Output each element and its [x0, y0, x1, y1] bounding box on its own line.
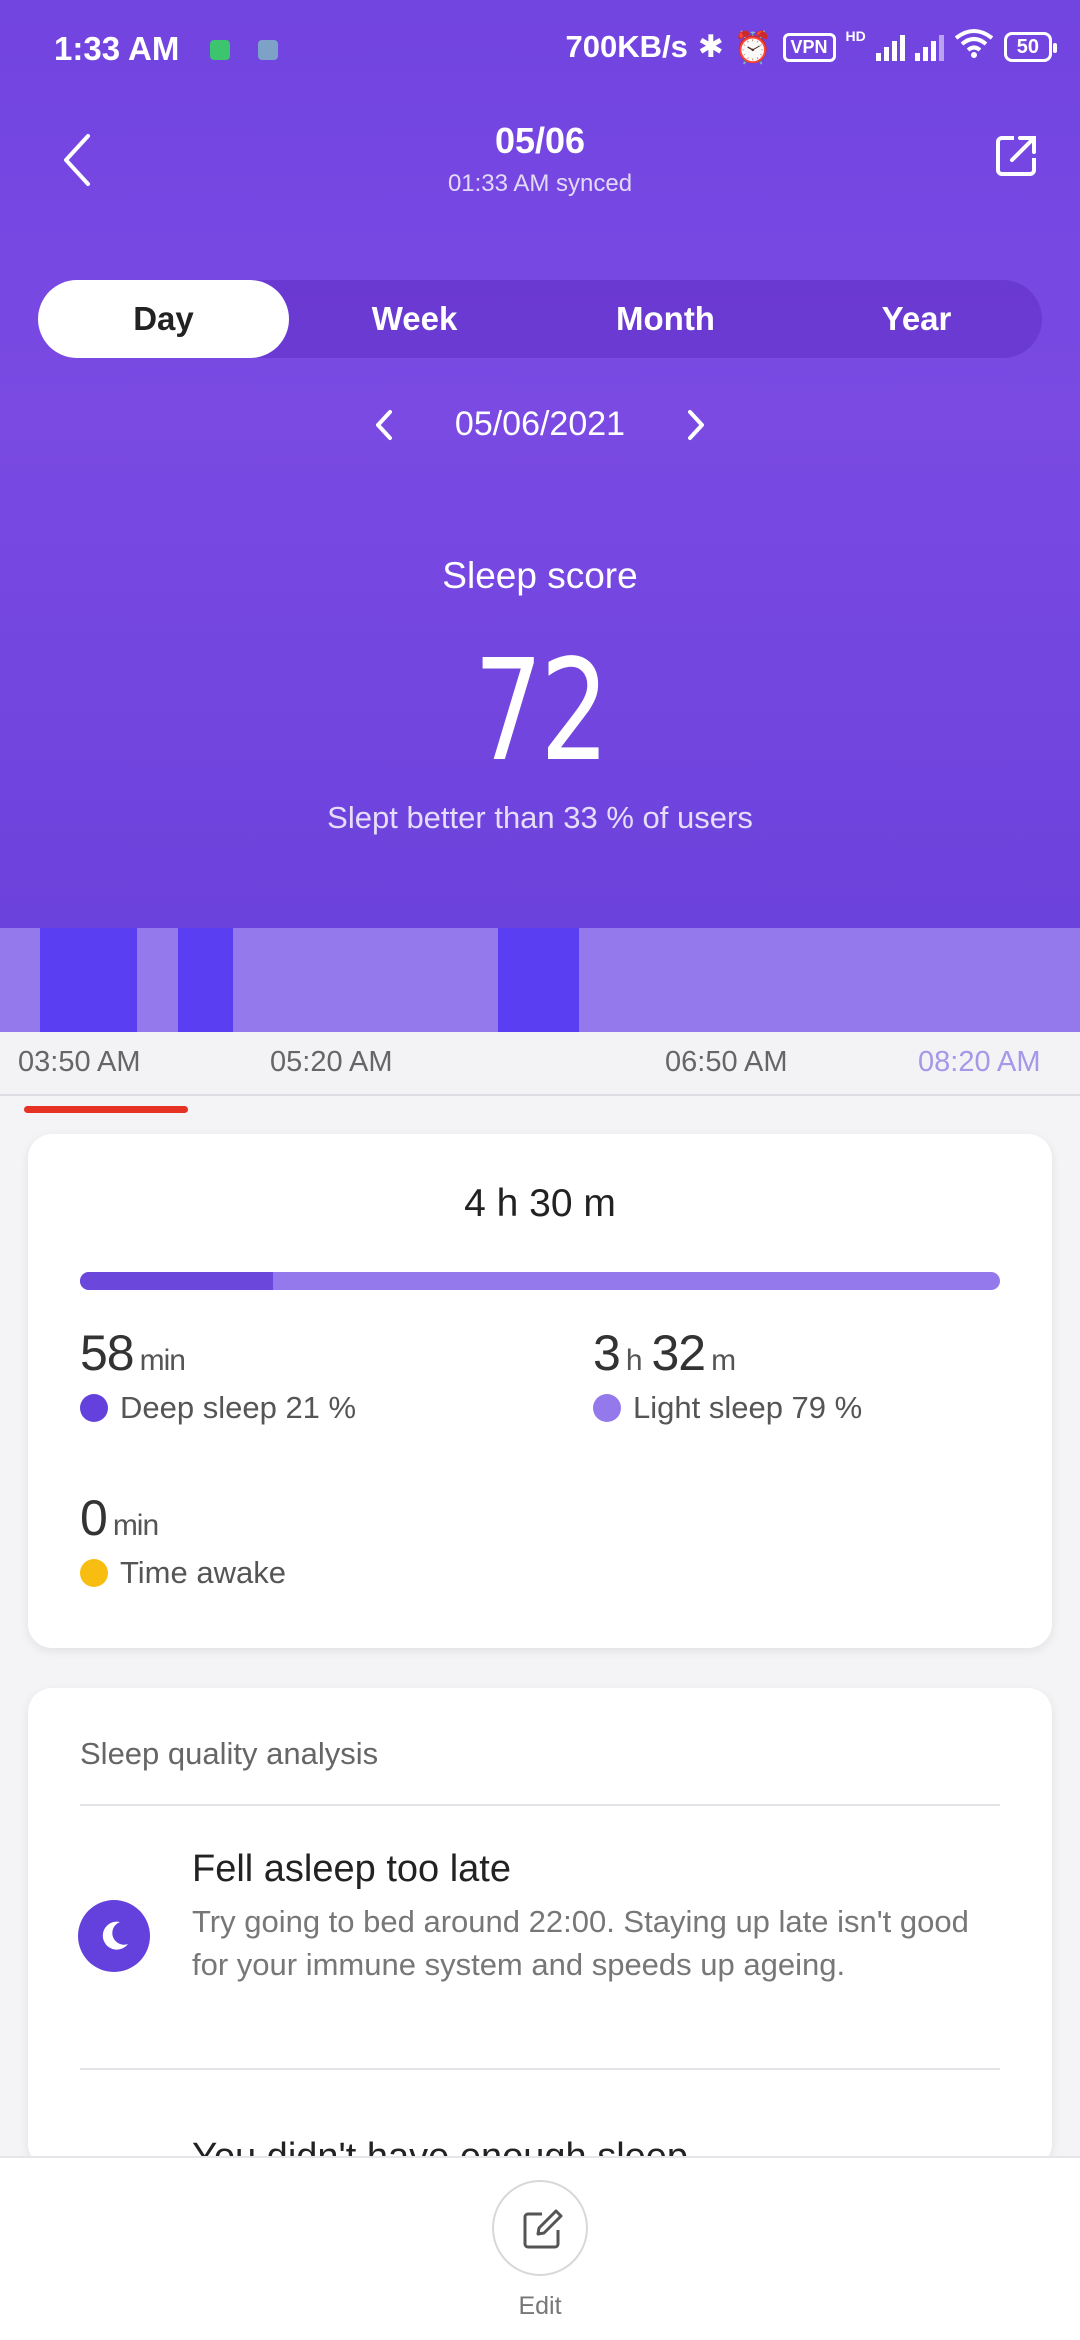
light-sleep-hours: 3	[593, 1325, 621, 1381]
date-navigator: 05/06/2021	[0, 405, 1080, 444]
vpn-icon: VPN	[782, 32, 836, 62]
signal-icon-2	[914, 33, 944, 61]
status-time: 1:33 AM	[54, 30, 180, 67]
sync-status: 01:33 AM synced	[447, 170, 633, 197]
edit-label: Edit	[518, 2292, 562, 2320]
sleep-score-comparison: Slept better than 33 % of users	[327, 800, 753, 835]
awake-value: 0	[80, 1490, 108, 1546]
sleep-hero: 1:33 AM 700KB/s ✱ ⏰ VPN HD 50 05/06 01:3…	[0, 0, 1080, 928]
analysis-item-description: Try going to bed around 22:00. Staying u…	[192, 1904, 969, 1982]
axis-label-3: 06:50 AM	[665, 1046, 788, 1078]
deep-sleep-label: Deep sleep 21 %	[120, 1390, 357, 1425]
deep-sleep-stat: 58 min Deep sleep 21 %	[80, 1324, 356, 1426]
next-date-icon[interactable]	[685, 408, 707, 442]
awake-dot	[80, 1559, 108, 1587]
deep-sleep-value: 58	[80, 1325, 135, 1381]
wifi-icon	[954, 28, 994, 66]
awake-unit: min	[112, 1509, 159, 1542]
share-icon[interactable]	[994, 132, 1040, 178]
light-sleep-m-unit: m	[711, 1344, 736, 1377]
sleep-composition-bar	[80, 1272, 1000, 1290]
current-date: 05/06/2021	[454, 405, 626, 443]
tab-day[interactable]: Day	[38, 280, 289, 358]
bottom-bar: Edit	[0, 2156, 1080, 2340]
edit-button[interactable]	[492, 2180, 588, 2276]
battery-icon: 50	[1003, 32, 1058, 62]
light-sleep-dot	[593, 1394, 621, 1422]
timeline-axis: 03:50 AM 05:20 AM 06:50 AM 08:20 AM	[0, 1032, 1080, 1096]
awake-label: Time awake	[120, 1555, 286, 1590]
sleep-analysis-card: Sleep quality analysis Fell asleep too l…	[28, 1688, 1052, 2178]
page-title: 05/06	[494, 120, 586, 161]
divider	[80, 1804, 1000, 1806]
notification-icon	[210, 40, 230, 60]
awake-stat: 0 min Time awake	[80, 1489, 286, 1591]
period-tabs: Day Week Month Year	[38, 280, 1042, 358]
divider	[80, 2068, 1000, 2070]
network-speed: 700KB/s	[565, 29, 688, 64]
moon-icon	[78, 1900, 150, 1972]
prev-date-icon[interactable]	[373, 408, 395, 442]
alarm-icon: ⏰	[733, 29, 773, 65]
light-sleep-h-unit: h	[625, 1344, 643, 1377]
tab-week[interactable]: Week	[289, 280, 540, 358]
sleep-score-label: Sleep score	[442, 555, 638, 596]
selected-time-marker	[24, 1106, 188, 1113]
status-bar: 1:33 AM 700KB/s ✱ ⏰ VPN HD 50	[0, 0, 1080, 100]
light-sleep-minutes: 32	[651, 1325, 707, 1381]
light-sleep-label: Light sleep 79 %	[633, 1390, 863, 1425]
light-sleep-stat: 3 h 32 m Light sleep 79 %	[593, 1324, 862, 1426]
tab-year[interactable]: Year	[791, 280, 1042, 358]
signal-icon	[875, 33, 905, 61]
deep-sleep-segment	[497, 928, 579, 1032]
axis-label-2: 05:20 AM	[270, 1046, 393, 1078]
total-sleep-duration: 4 h 30 m	[464, 1182, 616, 1225]
telegram-icon	[258, 40, 278, 60]
sleep-timeline[interactable]	[0, 928, 1080, 1032]
bluetooth-icon: ✱	[697, 29, 724, 64]
deep-sleep-fill	[80, 1272, 274, 1290]
deep-sleep-dot	[80, 1394, 108, 1422]
tab-month[interactable]: Month	[540, 280, 791, 358]
analysis-item-title[interactable]: Fell asleep too late	[192, 1848, 511, 1891]
deep-sleep-segment	[178, 928, 234, 1032]
axis-label-end: 08:20 AM	[918, 1046, 1041, 1078]
axis-label-start: 03:50 AM	[18, 1046, 141, 1078]
deep-sleep-unit: min	[139, 1344, 186, 1377]
sleep-summary-card: 4 h 30 m 58 min Deep sleep 21 % 3 h 32 m Lig…	[28, 1134, 1052, 1648]
sleep-score-value: 72	[473, 630, 610, 793]
hd-icon: HD	[845, 28, 866, 44]
deep-sleep-segment	[39, 928, 138, 1032]
analysis-title: Sleep quality analysis	[80, 1736, 379, 1771]
